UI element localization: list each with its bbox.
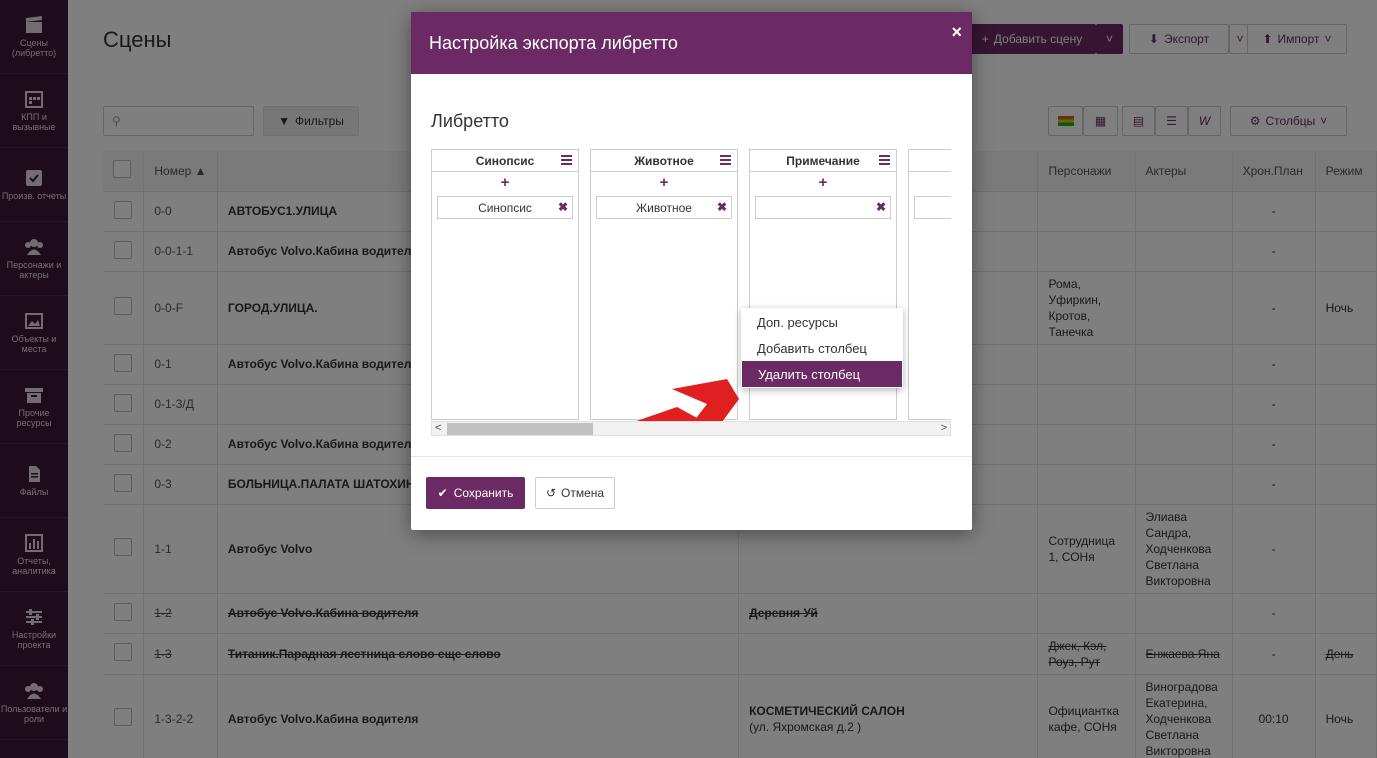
add-field-button[interactable]: +: [591, 172, 737, 196]
hamburger-menu-icon[interactable]: [879, 155, 890, 165]
undo-icon: ↺: [545, 486, 556, 500]
column-card-synopsis: Синопсис + Синопсис ✖: [431, 149, 579, 420]
column-context-menu: Доп. ресурсы Добавить столбец Удалить ст…: [741, 308, 903, 388]
modal-header: Настройка экспорта либретто ×: [411, 12, 972, 74]
column-title: [909, 150, 951, 172]
hamburger-menu-icon[interactable]: [561, 155, 572, 165]
modal-subtitle: Либретто: [431, 111, 509, 131]
menu-item-delete-column[interactable]: Удалить столбец: [742, 361, 902, 387]
field-chip[interactable]: ✖: [755, 196, 891, 219]
menu-item-extra-resources[interactable]: Доп. ресурсы: [741, 309, 903, 335]
scroll-right-icon[interactable]: >: [941, 422, 947, 435]
cancel-button[interactable]: ↺ Отмена: [535, 477, 615, 509]
field-chip[interactable]: Животное ✖: [596, 196, 732, 219]
modal-title: Настройка экспорта либретто: [429, 32, 678, 53]
save-label: Сохранить: [453, 486, 514, 500]
check-icon: ✔: [437, 486, 448, 500]
menu-item-add-column[interactable]: Добавить столбец: [741, 335, 903, 361]
add-field-button[interactable]: +: [750, 172, 896, 196]
remove-field-icon[interactable]: ✖: [876, 200, 886, 214]
close-icon[interactable]: ×: [951, 22, 962, 43]
field-chip[interactable]: Синопсис ✖: [437, 196, 573, 219]
remove-field-icon[interactable]: ✖: [558, 200, 568, 214]
modal-footer: ✔ Сохранить ↺ Отмена: [411, 456, 972, 530]
columns-scroll-area: Синопсис + Синопсис ✖ Животное + Животно…: [431, 149, 951, 436]
export-settings-modal: Настройка экспорта либретто × Либретто С…: [411, 12, 972, 530]
scroll-left-icon[interactable]: <: [435, 422, 441, 435]
column-card-partial: [908, 149, 951, 420]
add-field-button[interactable]: +: [432, 172, 578, 196]
hamburger-menu-icon[interactable]: [720, 155, 731, 165]
column-title: Животное: [591, 150, 737, 172]
remove-field-icon[interactable]: ✖: [717, 200, 727, 214]
column-title: Синопсис: [432, 150, 578, 172]
scrollbar-thumb[interactable]: [447, 423, 593, 435]
horizontal-scrollbar[interactable]: < >: [431, 421, 951, 436]
column-title: Примечание: [750, 150, 896, 172]
save-button[interactable]: ✔ Сохранить: [426, 477, 525, 509]
cancel-label: Отмена: [561, 486, 605, 500]
field-chip[interactable]: [914, 196, 951, 219]
